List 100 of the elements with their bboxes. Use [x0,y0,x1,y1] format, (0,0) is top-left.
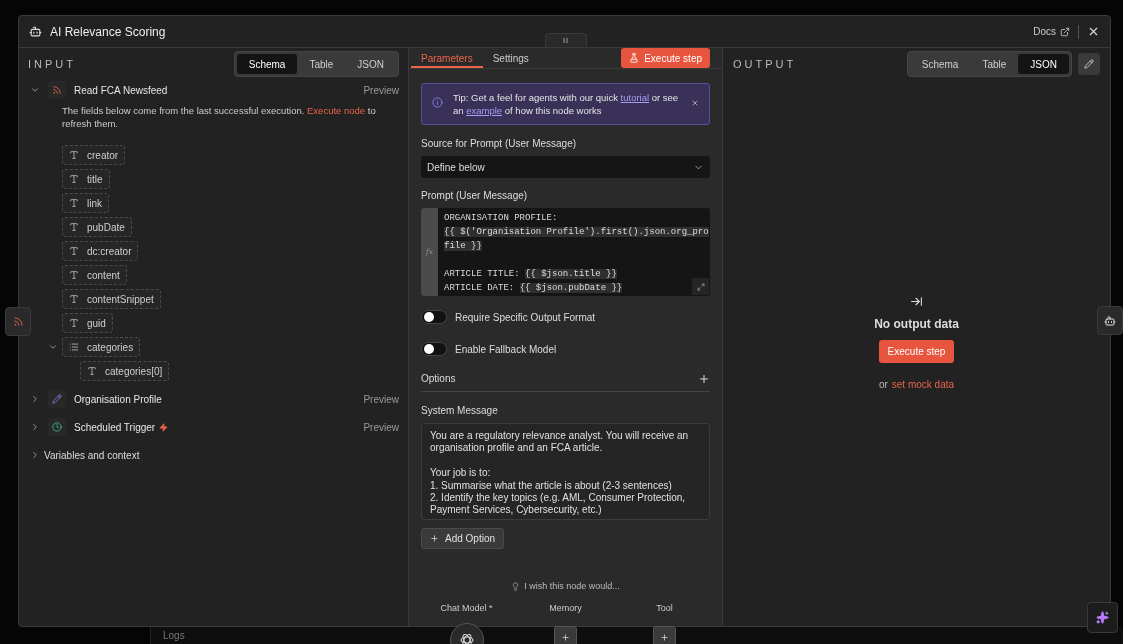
expand-icon [696,282,705,291]
toggle-switch[interactable] [421,310,447,324]
panel-heading: OUTPUT [733,56,797,72]
field-label: Prompt (User Message) [421,189,529,203]
input-side-tab[interactable] [5,307,31,336]
view-tab[interactable]: Schema [236,54,298,74]
schema-field-chip[interactable]: content [62,265,127,285]
field-name: pubDate [87,220,125,235]
info-note: The fields below come from the last successful execution. Execute node to refresh them. [62,104,377,130]
logs-label[interactable]: Logs [163,628,185,643]
schema-field-chip[interactable]: categories [62,337,141,357]
robot-icon [1104,314,1116,327]
field-name: categories[0] [105,364,163,379]
tip-link[interactable]: tutorial [620,92,650,103]
lightbulb-icon [511,582,521,592]
execute-node-link[interactable]: Execute node [307,105,366,116]
tip-text: Tip: Get a feel for agents with our quick tutorial or see an example of how this node works [453,91,680,117]
prompt-code: ORGANISATION PROFILE: [444,213,558,223]
text-type-icon [69,294,79,304]
panel-tab[interactable]: Settings [482,50,539,68]
expression-code: {{ $json.title }} [525,269,617,279]
variables-label[interactable]: Variables and context [44,447,140,463]
view-tab[interactable]: Schema [909,54,971,74]
execute-step-button[interactable]: Execute step [878,340,955,363]
output-side-tab[interactable] [1097,306,1123,335]
window-title: AI Relevance Scoring [50,23,166,41]
field-label: Source for Prompt (User Message) [421,137,578,151]
toggle-label: Require Specific Output Format [455,310,596,325]
schema-field-chip[interactable]: guid [62,313,113,333]
expression-code: file }} [444,241,482,251]
chevron-down-icon[interactable] [48,342,58,352]
rss-icon [52,85,62,95]
preview-link[interactable]: Preview [363,419,399,435]
text-type-icon [69,270,79,280]
field-name: categories [87,340,134,355]
drag-handle[interactable] [544,33,587,47]
toggle-label: Enable Fallback Model [455,342,557,357]
chevron-down-icon[interactable] [30,85,40,95]
node-name[interactable]: Read FCA Newsfeed [74,82,168,98]
options-label: Options [421,372,456,386]
rss-icon [12,316,24,327]
docs-link[interactable]: Docs [1033,24,1070,39]
view-tab[interactable]: Table [970,54,1019,74]
field-label: System Message [421,404,499,418]
view-tab[interactable]: JSON [1018,54,1069,74]
add-connection-button[interactable] [653,626,676,644]
add-option-button[interactable]: Add Option [421,528,505,549]
schema-field-chip[interactable]: link [62,193,109,213]
connector-label: Chat Model * [440,601,493,615]
field-name: creator [87,148,119,163]
field-name: guid [87,316,106,331]
robot-icon [29,25,42,38]
system-message-field[interactable]: You are a regulatory relevance analyst. You will receive an organisation profile and an FCA article. Your job is to: 1. Summarise what the article is about (2-3 sentences) 2. Identify the key topics (e.g. AML, Consumer Protection, Payment Services, Cybersecurity, etc.) [421,423,710,520]
pencil-icon [1084,59,1094,69]
schema-field-chip[interactable]: categories[0] [80,361,170,381]
tip-link[interactable]: example [466,105,503,116]
knot-logo-icon [458,632,475,644]
chevron-right-icon[interactable] [30,422,40,432]
schema-field-chip[interactable]: contentSnippet [62,289,161,309]
chevron-right-icon[interactable] [30,450,40,460]
schema-field-chip[interactable]: creator [62,145,126,165]
mock-data-link[interactable]: set mock data [891,377,955,392]
connector-label: Memory [549,601,582,615]
list-icon [69,342,79,352]
field-name: contentSnippet [87,292,154,307]
node-name[interactable]: Organisation Profile [74,391,162,407]
text-type-icon [69,246,79,256]
text-type-icon [69,198,79,208]
clock-icon [52,422,62,432]
preview-link[interactable]: Preview [363,391,399,407]
plus-icon [561,633,570,642]
assistant-button[interactable] [1087,602,1118,633]
expression-code: {{ $('Organisation Profile').first().json.org_pro [444,227,709,237]
view-tab[interactable]: JSON [345,54,396,74]
schema-field-chip[interactable]: dc:creator [62,241,139,261]
text-type-icon [69,318,79,328]
toggle-switch[interactable] [421,342,447,356]
source-dropdown[interactable]: Define below [421,156,710,178]
expression-code: {{ $json.pubDate }} [519,283,623,293]
node-name[interactable]: Scheduled Trigger [74,419,156,435]
schema-field-chip[interactable]: title [62,169,110,189]
view-tab[interactable]: Table [297,54,346,74]
field-name: content [87,268,120,283]
prompt-code: ARTICLE DATE: [444,283,516,293]
preview-link[interactable]: Preview [363,82,399,98]
chevron-right-icon[interactable] [30,394,40,404]
schema-field-chip[interactable]: pubDate [62,217,132,237]
add-connection-button[interactable] [554,626,577,644]
close-icon[interactable] [1087,25,1100,38]
text-type-icon [69,150,79,160]
close-icon[interactable] [691,99,699,107]
flask-icon [629,53,640,63]
edit-button[interactable] [1078,53,1100,75]
field-name: title [87,172,103,187]
text-type-icon [69,174,79,184]
feedback-link[interactable]: I wish this node would... [524,580,620,594]
execute-step-button[interactable]: Execute step [621,48,710,68]
plus-icon[interactable] [698,372,710,385]
panel-tab[interactable]: Parameters [411,50,483,68]
text-type-icon [69,222,79,232]
